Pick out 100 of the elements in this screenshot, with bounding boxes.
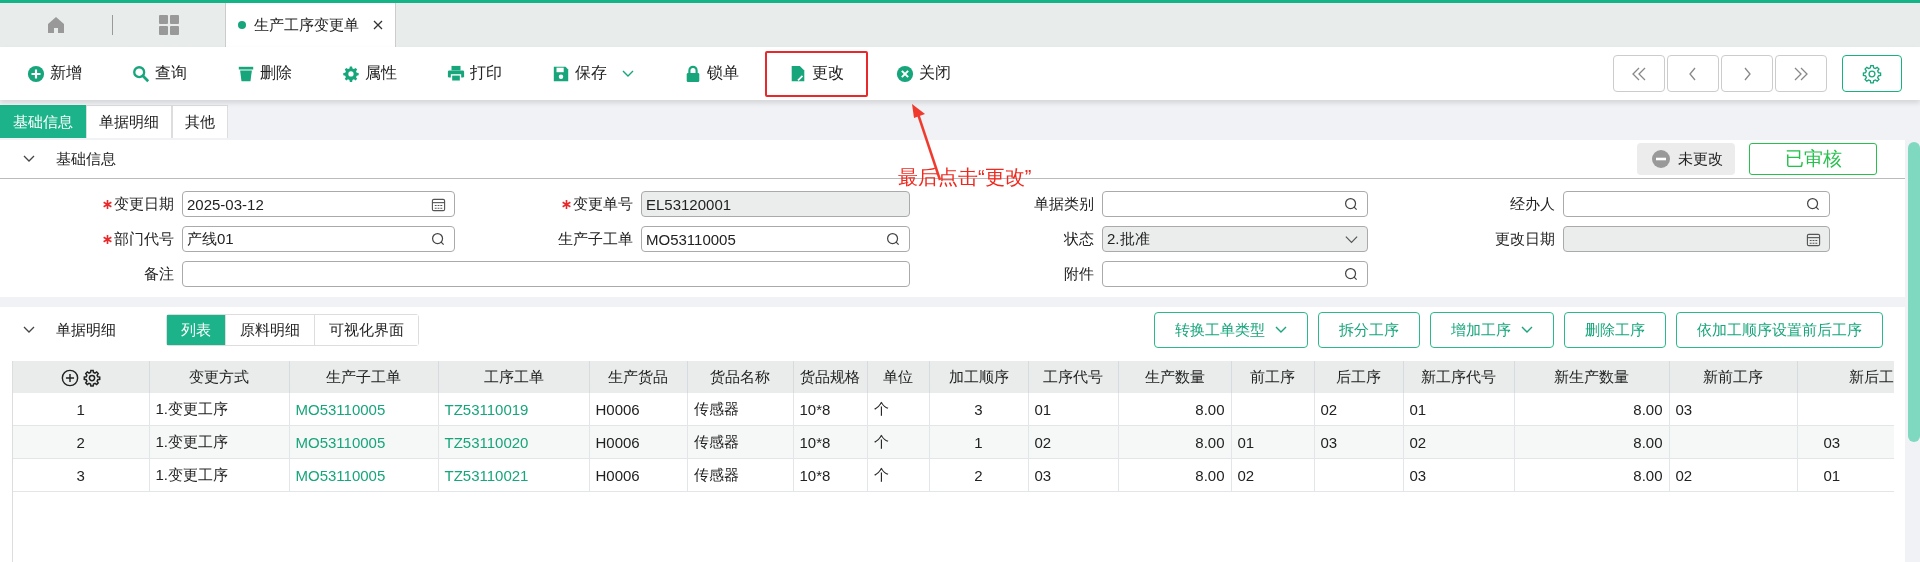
- toolbar-button[interactable]: 查询: [132, 51, 187, 96]
- table-cell: 01: [1409, 400, 1427, 418]
- input-field[interactable]: [1102, 261, 1368, 287]
- column-header[interactable]: 货品名称: [687, 361, 793, 393]
- column-header[interactable]: 新后工: [1797, 361, 1894, 393]
- toolbar-button[interactable]: 更改: [765, 50, 868, 97]
- form-tab[interactable]: 单据明细: [86, 105, 172, 138]
- toolbar-button[interactable]: 关闭: [896, 51, 951, 96]
- table-cell: 传感器: [693, 399, 739, 417]
- caret-icon: [1275, 326, 1287, 334]
- column-header[interactable]: 后工序: [1314, 361, 1403, 393]
- table-cell: 01: [1823, 466, 1841, 484]
- field-label: 变更单号: [573, 194, 633, 214]
- table-cell: 8.00: [1195, 433, 1225, 451]
- toolbar-button[interactable]: 属性: [342, 51, 397, 96]
- table-cell: 03: [1823, 433, 1841, 451]
- caret-icon: [1521, 326, 1533, 334]
- document-edit-icon: [789, 64, 807, 83]
- search-icon: [1344, 196, 1359, 212]
- column-header[interactable]: 货品规格: [793, 361, 867, 393]
- column-header[interactable]: 生产数量: [1118, 361, 1231, 393]
- section-title: 单据明细: [56, 320, 116, 340]
- approval-stamp: 已审核: [1749, 143, 1877, 175]
- input-field[interactable]: MO53110005: [641, 226, 910, 252]
- minus-icon: [1652, 150, 1670, 168]
- add-icon[interactable]: [60, 368, 79, 387]
- table-cell: 8.00: [1195, 466, 1225, 484]
- column-header[interactable]: 加工顺序: [929, 361, 1028, 393]
- field-label: 备注: [144, 264, 174, 284]
- table-cell: 8.00: [1633, 400, 1663, 418]
- input-field[interactable]: [182, 261, 910, 287]
- table-cell: 传感器: [693, 465, 739, 483]
- column-header[interactable]: 单位: [867, 361, 929, 393]
- lock-icon: [684, 64, 702, 83]
- chevron-left-icon: [1688, 66, 1698, 81]
- row-number: 1: [76, 400, 85, 418]
- toolbar-button[interactable]: 新增: [27, 51, 82, 96]
- field-label: 附件: [1064, 264, 1094, 284]
- toolbar-button[interactable]: 保存: [552, 51, 634, 96]
- column-header[interactable]: 新前工序: [1669, 361, 1797, 393]
- table-cell: 02: [1409, 433, 1427, 451]
- column-header[interactable]: 工序工单: [438, 361, 589, 393]
- field-label: 生产子工单: [558, 229, 633, 249]
- table-cell: 10*8: [799, 466, 831, 484]
- input-field[interactable]: 2025-03-12: [182, 191, 455, 217]
- table-cell: 03: [1675, 400, 1693, 418]
- field-label: 经办人: [1510, 194, 1555, 214]
- row-number: 3: [76, 466, 85, 484]
- table-cell: 个: [873, 432, 889, 450]
- table-cell: 03: [1409, 466, 1427, 484]
- add-icon: [27, 64, 45, 83]
- table-cell: 02: [1320, 400, 1338, 418]
- toolbar-button[interactable]: 删除: [237, 51, 292, 96]
- settings-icon[interactable]: [82, 368, 101, 387]
- column-header[interactable]: 新工序代号: [1403, 361, 1514, 393]
- toolbar-button[interactable]: 锁单: [684, 51, 739, 96]
- column-header[interactable]: 生产货品: [589, 361, 687, 393]
- column-header[interactable]: 生产子工单: [289, 361, 438, 393]
- field-label: 部门代号: [114, 229, 174, 249]
- table-cell: 个: [873, 399, 889, 417]
- table-cell: H0006: [595, 433, 640, 451]
- first-page-button[interactable]: [1613, 55, 1665, 92]
- settings-icon: [342, 64, 360, 83]
- form-tab[interactable]: 其他: [172, 105, 228, 138]
- table-cell: 1: [974, 433, 983, 451]
- table-cell: 03: [1034, 466, 1052, 484]
- input-field[interactable]: [1102, 191, 1368, 217]
- column-header[interactable]: 新生产数量: [1514, 361, 1669, 393]
- dot-icon: [238, 21, 246, 29]
- input-field[interactable]: 产线01: [182, 226, 455, 252]
- column-header[interactable]: 工序代号: [1028, 361, 1118, 393]
- next-button[interactable]: [1721, 55, 1773, 92]
- settings-button[interactable]: [1842, 55, 1902, 92]
- table-cell: 01: [1034, 400, 1052, 418]
- column-header[interactable]: 变更方式: [149, 361, 289, 393]
- double-chevron-right-icon: [1793, 66, 1809, 81]
- table-cell: 1.变更工序: [155, 432, 228, 450]
- table-cell: 02: [1675, 466, 1693, 484]
- last-page-button[interactable]: [1775, 55, 1827, 92]
- row-number: 2: [76, 433, 85, 451]
- table-cell: H0006: [595, 466, 640, 484]
- scrollbar[interactable]: [1908, 142, 1920, 442]
- caret-icon: [622, 69, 634, 78]
- table-cell: 传感器: [693, 432, 739, 450]
- input-field[interactable]: [1563, 191, 1830, 217]
- table-cell: 8.00: [1633, 433, 1663, 451]
- table-cell: 1.变更工序: [155, 465, 228, 483]
- document-tab[interactable]: 生产工序变更单: [225, 3, 396, 47]
- search-icon: [431, 231, 446, 247]
- field-label: 更改日期: [1495, 229, 1555, 249]
- status-text: 未更改: [1678, 149, 1723, 169]
- table-cell: 10*8: [799, 433, 831, 451]
- field-label: 单据类别: [1034, 194, 1094, 214]
- toolbar-button[interactable]: 打印: [447, 51, 502, 96]
- annotation-text: 最后点击“更改”: [898, 165, 1032, 190]
- table-cell: 02: [1237, 466, 1255, 484]
- previous-button[interactable]: [1667, 55, 1719, 92]
- column-header[interactable]: 前工序: [1231, 361, 1314, 393]
- search-icon: [132, 64, 150, 83]
- table-cell: 2: [974, 466, 983, 484]
